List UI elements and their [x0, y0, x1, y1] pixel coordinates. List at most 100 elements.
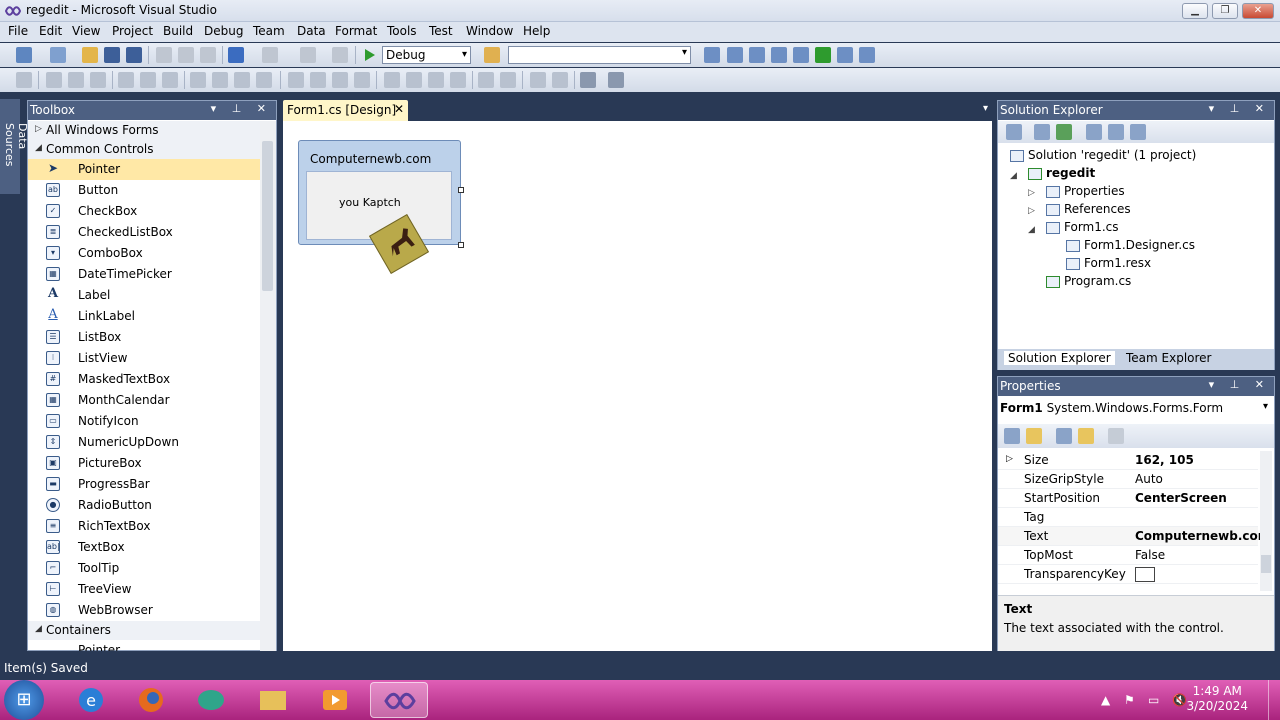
volume-muted-icon[interactable]: 🔇: [1172, 693, 1187, 707]
taskbar-clock[interactable]: 1:49 AM 3/20/2024: [1186, 684, 1248, 714]
make-same-height-icon[interactable]: [234, 72, 250, 88]
action-center-flag-icon[interactable]: ⚑: [1124, 693, 1135, 707]
toolbox-item-maskedtextbox[interactable]: # MaskedTextBox: [28, 369, 260, 390]
toolbox-category-containers[interactable]: ◢ Containers: [28, 621, 260, 640]
menu-team[interactable]: Team: [253, 24, 285, 38]
align-bottoms-icon[interactable]: [162, 72, 178, 88]
copy-icon[interactable]: [178, 47, 194, 63]
show-all-files-icon[interactable]: [1034, 124, 1050, 140]
close-tab-icon[interactable]: ✕: [394, 102, 404, 116]
properties-scrollbar-thumb[interactable]: [1261, 555, 1271, 573]
events-icon[interactable]: [1078, 428, 1094, 444]
undo-icon[interactable]: [228, 47, 244, 63]
toolbox-item-checkbox[interactable]: ✓ CheckBox: [28, 201, 260, 222]
align-to-grid-icon[interactable]: [16, 72, 32, 88]
tree-form1-resx[interactable]: Form1.resx: [1066, 256, 1151, 270]
center-horizontally-icon[interactable]: [478, 72, 494, 88]
menu-build[interactable]: Build: [163, 24, 193, 38]
taskbar-firefox[interactable]: [122, 682, 180, 718]
toolbox-item-combobox[interactable]: ▾ ComboBox: [28, 243, 260, 264]
increase-horizontal-spacing-icon[interactable]: [310, 72, 326, 88]
tree-form1-designer[interactable]: Form1.Designer.cs: [1066, 238, 1195, 252]
open-folder-icon[interactable]: [82, 47, 98, 63]
show-desktop-button[interactable]: [1268, 680, 1280, 720]
toolbox-item-richtextbox[interactable]: ≡ RichTextBox: [28, 516, 260, 537]
layout-options-icon[interactable]: [608, 72, 624, 88]
menu-debug[interactable]: Debug: [204, 24, 243, 38]
start-debugging-icon[interactable]: [361, 47, 377, 63]
toolbox-item-label[interactable]: A Label: [28, 285, 260, 306]
tree-form1[interactable]: Form1.cs: [1046, 220, 1119, 234]
taskbar-media-player[interactable]: [306, 682, 364, 718]
toolbox-item-listview[interactable]: ⁝ ListView: [28, 348, 260, 369]
alphabetical-icon[interactable]: [1026, 428, 1042, 444]
find-in-files-icon[interactable]: [484, 47, 500, 63]
remove-horizontal-spacing-icon[interactable]: [354, 72, 370, 88]
menu-help[interactable]: Help: [523, 24, 550, 38]
tree-references[interactable]: References: [1046, 202, 1131, 216]
form-designer-surface[interactable]: Computernewb.com you Kaptch: [283, 121, 992, 651]
toolbox-item-picturebox[interactable]: ▣ PictureBox: [28, 453, 260, 474]
properties-window-controls[interactable]: ▾ ⊥ ✕: [1209, 378, 1270, 391]
bring-to-front-icon[interactable]: [530, 72, 546, 88]
redo-icon[interactable]: [262, 47, 278, 63]
add-item-icon[interactable]: [50, 47, 66, 63]
taskbar-internet-explorer[interactable]: e: [62, 682, 120, 718]
toolbox-item-checkedlistbox[interactable]: ≣ CheckedListBox: [28, 222, 260, 243]
menu-edit[interactable]: Edit: [39, 24, 62, 38]
toolbox-item-radiobutton[interactable]: ● RadioButton: [28, 495, 260, 516]
close-button[interactable]: ✕: [1242, 3, 1274, 19]
toolbox-item-datetimepicker[interactable]: ▦ DateTimePicker: [28, 264, 260, 285]
remove-vertical-spacing-icon[interactable]: [450, 72, 466, 88]
object-selector[interactable]: Form1 System.Windows.Forms.Form ▾: [1000, 401, 1272, 420]
network-icon[interactable]: ▭: [1148, 693, 1159, 707]
navigate-forward-icon[interactable]: [332, 47, 348, 63]
start-button[interactable]: ⊞: [4, 680, 44, 720]
increase-vertical-spacing-icon[interactable]: [406, 72, 422, 88]
view-code-icon[interactable]: [1086, 124, 1102, 140]
toolbox-item-textbox[interactable]: ab| TextBox: [28, 537, 260, 558]
extension-manager-icon[interactable]: [793, 47, 809, 63]
tab-solution-explorer[interactable]: Solution Explorer: [1004, 351, 1115, 365]
properties-view-icon[interactable]: [1056, 428, 1072, 444]
chevron-down-icon[interactable]: ▾: [1263, 401, 1268, 412]
tree-solution[interactable]: Solution 'regedit' (1 project): [1010, 148, 1196, 162]
tab-overflow-icon[interactable]: ▾: [983, 103, 988, 114]
properties-window-icon[interactable]: [727, 47, 743, 63]
dragged-picture-icon[interactable]: [368, 213, 430, 275]
view-designer-icon[interactable]: [1108, 124, 1124, 140]
align-middles-icon[interactable]: [140, 72, 156, 88]
property-row-text[interactable]: Text Computernewb.com: [998, 527, 1270, 546]
toolbox-item-pointer[interactable]: ➤ Pointer: [28, 159, 260, 180]
tree-properties[interactable]: Properties: [1046, 184, 1125, 198]
restore-button[interactable]: ❐: [1212, 3, 1238, 19]
toolbox-item-listbox[interactable]: ☰ ListBox: [28, 327, 260, 348]
resize-handle-bottom-right[interactable]: [458, 242, 464, 248]
taskbar-visual-studio[interactable]: [370, 682, 428, 718]
toolbox-window-controls[interactable]: ▾ ⊥ ✕: [211, 102, 272, 115]
toolbox-item-tooltip[interactable]: ⌐ ToolTip: [28, 558, 260, 579]
resize-handle-right[interactable]: [458, 187, 464, 193]
expand-arrow-icon[interactable]: ▷: [1006, 454, 1013, 464]
toolbox-item-linklabel[interactable]: A LinkLabel: [28, 306, 260, 327]
make-same-width-icon[interactable]: [190, 72, 206, 88]
toolbox-category-all-windows-forms[interactable]: ▷ All Windows Forms: [28, 121, 260, 140]
refresh-icon[interactable]: [1056, 124, 1072, 140]
menu-view[interactable]: View: [72, 24, 100, 38]
categorized-icon[interactable]: [1004, 428, 1020, 444]
toolbox-item-webbrowser[interactable]: ◍ WebBrowser: [28, 600, 260, 621]
save-all-icon[interactable]: [126, 47, 142, 63]
property-pages-icon[interactable]: [1108, 428, 1124, 444]
cut-icon[interactable]: [156, 47, 172, 63]
solution-explorer-window-controls[interactable]: ▾ ⊥ ✕: [1209, 102, 1270, 115]
property-row-size[interactable]: ▷ Size 162, 105: [998, 451, 1258, 470]
toolbox-item-treeview[interactable]: ⊢ TreeView: [28, 579, 260, 600]
taskbar-file-explorer[interactable]: [244, 682, 302, 718]
document-outline-icon[interactable]: [837, 47, 853, 63]
form-client-area[interactable]: you Kaptch: [306, 171, 452, 275]
menu-tools[interactable]: Tools: [387, 24, 417, 38]
align-lefts-icon[interactable]: [46, 72, 62, 88]
paste-icon[interactable]: [200, 47, 216, 63]
new-project-icon[interactable]: [16, 47, 32, 63]
make-same-size-icon[interactable]: [256, 72, 272, 88]
